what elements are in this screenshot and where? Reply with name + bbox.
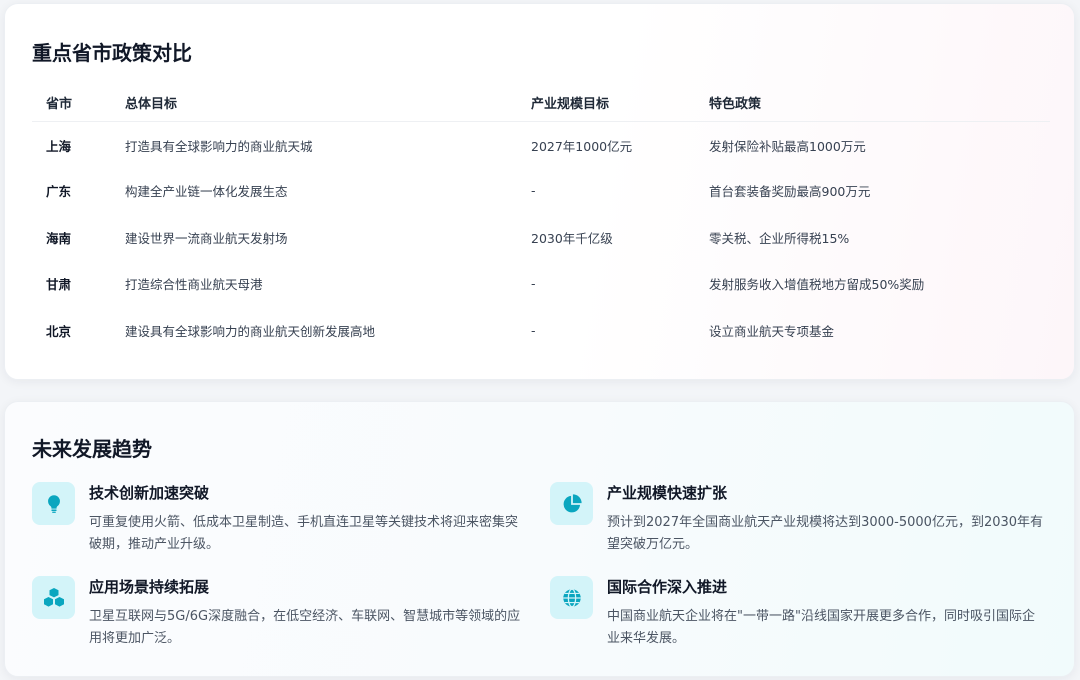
cell-special-policy: 发射服务收入增值税地方留成50%奖励 — [709, 277, 925, 293]
cell-scale-target: - — [531, 322, 536, 338]
trend-item-application-scenarios: 应用场景持续拓展 卫星互联网与5G/6G深度融合，在低空经济、车联网、智慧城市等… — [32, 576, 532, 656]
cell-province: 北京 — [46, 323, 72, 339]
cell-province: 上海 — [46, 139, 72, 154]
trend-description: 可重复使用火箭、低成本卫星制造、手机直连卫星等关键技术将迎来密集突破期，推动产业… — [89, 515, 519, 552]
cell-scale-target: - — [531, 183, 536, 199]
cell-special-policy: 零关税、企业所得税15% — [709, 230, 850, 246]
cell-overall-goal: 构建全产业链一体化发展生态 — [125, 184, 288, 200]
header-special-policy: 特色政策 — [695, 84, 1050, 122]
cell-province: 广东 — [46, 184, 72, 200]
trend-item-tech-innovation: 技术创新加速突破 可重复使用火箭、低成本卫星制造、手机直连卫星等关键技术将迎来密… — [32, 482, 532, 562]
cell-overall-goal: 打造具有全球影响力的商业航天城 — [125, 139, 313, 154]
trend-description: 中国商业航天企业将在"一带一路"沿线国家开展更多合作，同时吸引国际企业来华发展。 — [607, 609, 1035, 646]
cell-overall-goal: 建设具有全球影响力的商业航天创新发展高地 — [125, 323, 376, 339]
table-row: 广东 构建全产业链一体化发展生态 - 首台套装备奖励最高900万元 — [32, 168, 1050, 215]
cell-special-policy: 发射保险补贴最高1000万元 — [709, 139, 866, 154]
cell-special-policy: 首台套装备奖励最高900万元 — [709, 184, 871, 200]
trend-item-industry-scale: 产业规模快速扩张 预计到2027年全国商业航天产业规模将达到3000-5000亿… — [550, 482, 1050, 562]
future-trends-card: 未来发展趋势 技术创新加速突破 可重复使用火箭、低成本卫星制造、手机直连卫星等关… — [4, 401, 1075, 677]
header-overall-goal: 总体目标 — [111, 84, 517, 122]
cell-special-policy: 设立商业航天专项基金 — [709, 323, 835, 339]
table-row: 北京 建设具有全球影响力的商业航天创新发展高地 - 设立商业航天专项基金 — [32, 307, 1050, 354]
table-row: 海南 建设世界一流商业航天发射场 2030年千亿级 零关税、企业所得税15% — [32, 214, 1050, 261]
policy-card-title: 重点省市政策对比 — [32, 41, 192, 65]
cell-scale-target: - — [531, 276, 536, 292]
trends-card-title: 未来发展趋势 — [32, 437, 152, 461]
table-header-row: 省市 总体目标 产业规模目标 特色政策 — [32, 84, 1050, 122]
cell-scale-target: 2027年1000亿元 — [531, 139, 633, 154]
policy-comparison-card: 重点省市政策对比 省市 总体目标 产业规模目标 特色政策 上海 打造具有全球影响… — [4, 3, 1075, 380]
policy-table: 省市 总体目标 产业规模目标 特色政策 上海 打造具有全球影响力的商业航天城 2… — [32, 84, 1050, 354]
header-province: 省市 — [32, 84, 111, 122]
cell-overall-goal: 打造综合性商业航天母港 — [125, 277, 263, 293]
trend-title: 产业规模快速扩张 — [607, 484, 728, 502]
header-scale-target: 产业规模目标 — [517, 84, 695, 122]
trend-description: 预计到2027年全国商业航天产业规模将达到3000-5000亿元，到2030年有… — [607, 515, 1044, 552]
trend-title: 技术创新加速突破 — [89, 484, 210, 502]
cell-province: 海南 — [46, 230, 72, 246]
table-row: 甘肃 打造综合性商业航天母港 - 发射服务收入增值税地方留成50%奖励 — [32, 261, 1050, 308]
pie-chart-icon — [550, 482, 593, 525]
cell-overall-goal: 建设世界一流商业航天发射场 — [125, 230, 288, 246]
cubes-icon — [32, 576, 75, 619]
cell-province: 甘肃 — [46, 277, 72, 293]
trend-item-international-cooperation: 国际合作深入推进 中国商业航天企业将在"一带一路"沿线国家开展更多合作，同时吸引… — [550, 576, 1050, 656]
lightbulb-icon — [32, 482, 75, 525]
trend-title: 国际合作深入推进 — [607, 578, 728, 596]
trend-description: 卫星互联网与5G/6G深度融合，在低空经济、车联网、智慧城市等领域的应用将更加广… — [89, 609, 521, 646]
cell-scale-target: 2030年千亿级 — [531, 230, 613, 246]
globe-icon — [550, 576, 593, 619]
table-row: 上海 打造具有全球影响力的商业航天城 2027年1000亿元 发射保险补贴最高1… — [32, 121, 1050, 168]
trend-title: 应用场景持续拓展 — [89, 578, 210, 596]
